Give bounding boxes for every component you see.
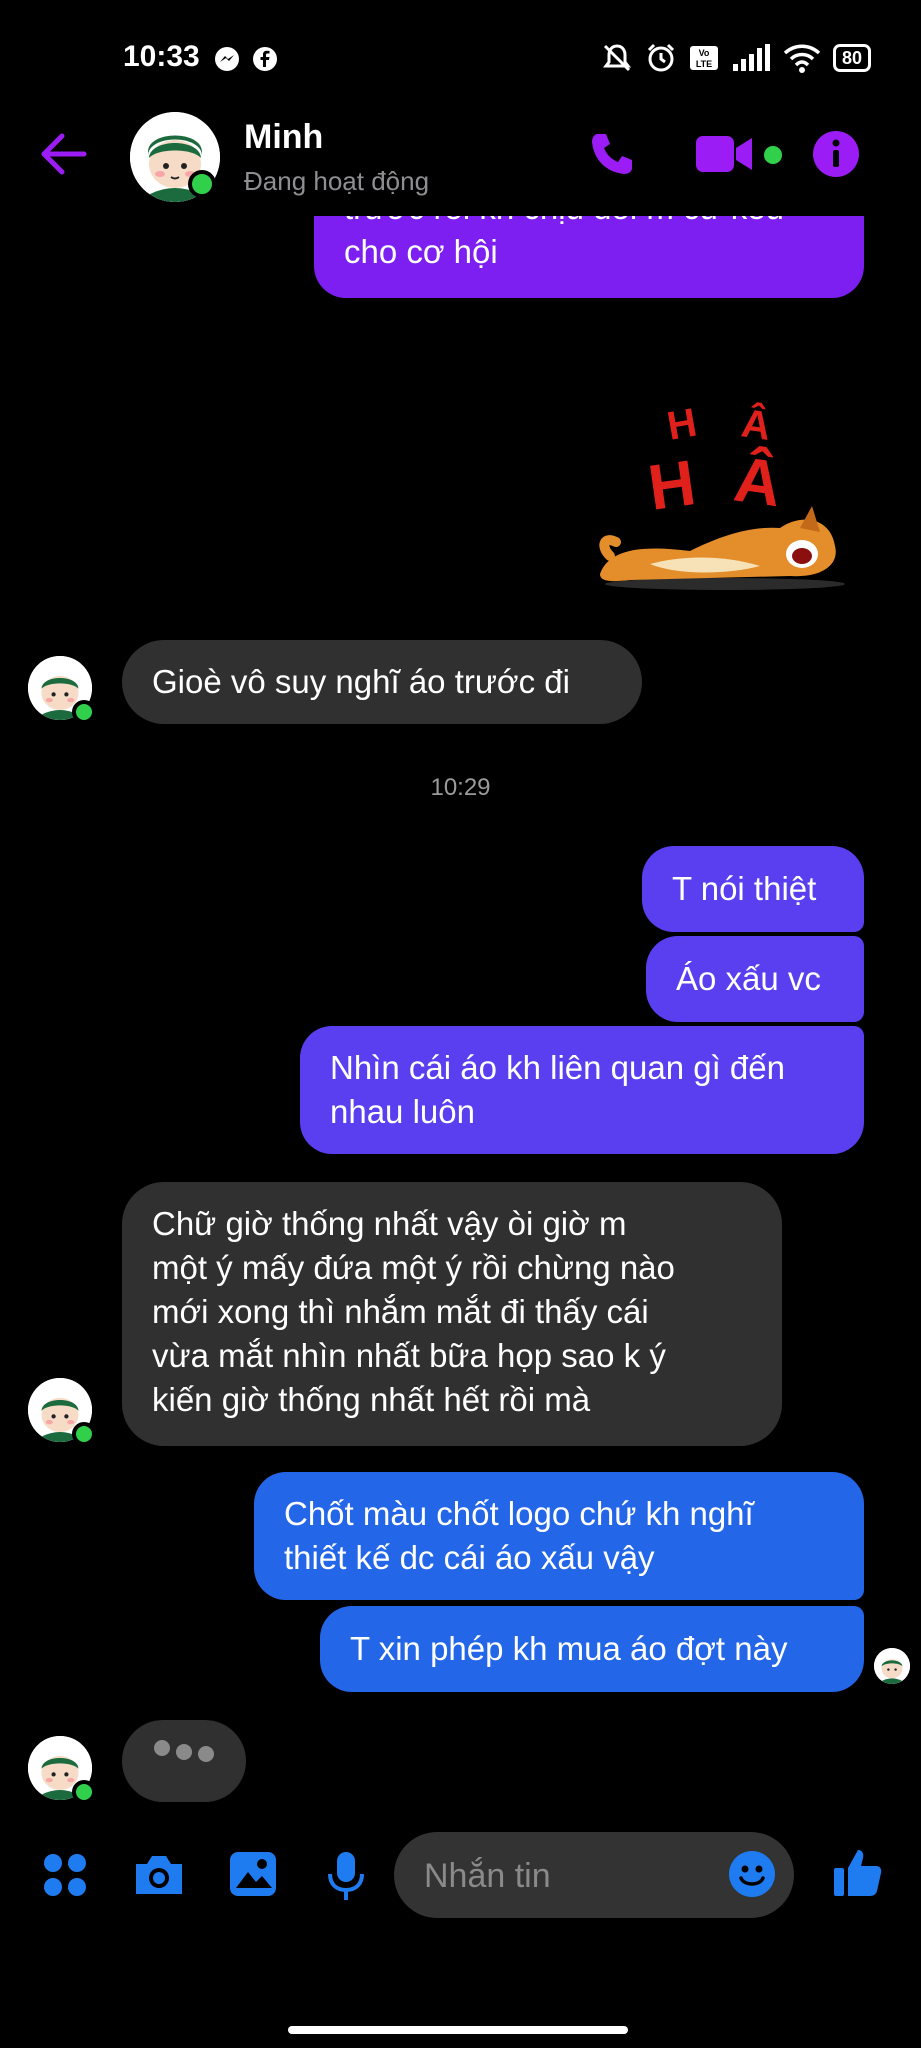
message-bubble-outgoing[interactable]: trước rồi kh chịu đổi m cứ kêu cho cơ hộ… [314, 216, 864, 298]
battery-indicator: 80 [832, 44, 871, 72]
video-active-dot [764, 146, 782, 164]
signal-icon [732, 44, 770, 71]
mute-icon [602, 44, 631, 72]
contact-status: Đang hoạt động [244, 166, 430, 196]
seen-avatar [874, 1648, 910, 1684]
facebook-notification-icon [252, 46, 278, 77]
sticker-laughing-dog[interactable]: H Â H Â [590, 396, 860, 601]
home-indicator[interactable] [288, 2026, 628, 2034]
alarm-icon [647, 43, 675, 72]
message-bubble-outgoing[interactable]: T nói thiệt [642, 846, 864, 932]
back-arrow-icon[interactable] [40, 132, 88, 181]
camera-icon[interactable] [132, 1852, 186, 1903]
svg-text:Â: Â [730, 442, 786, 521]
online-indicator [72, 700, 96, 724]
time-divider: 10:29 [430, 774, 491, 801]
typing-indicator [122, 1720, 246, 1802]
wifi-icon [783, 44, 821, 73]
svg-text:Vo: Vo [699, 48, 710, 58]
mic-icon[interactable] [326, 1850, 366, 1907]
online-indicator [72, 1422, 96, 1446]
video-icon[interactable] [696, 134, 756, 179]
message-bubble-incoming[interactable]: Gioè vô suy nghĩ áo trước đi [122, 640, 642, 724]
info-icon[interactable] [812, 130, 860, 183]
svg-text:LTE: LTE [696, 59, 712, 69]
volte-icon: VoLTE [689, 46, 718, 70]
status-time: 10:33 [123, 40, 200, 73]
gallery-icon[interactable] [228, 1850, 278, 1903]
message-input[interactable] [422, 1832, 716, 1920]
online-indicator [72, 1780, 96, 1804]
message-bubble-outgoing[interactable]: Nhìn cái áo kh liên quan gì đến nhau luô… [300, 1026, 864, 1154]
message-bubble-outgoing[interactable]: Chốt màu chốt logo chứ kh nghĩ thiết kế … [254, 1472, 864, 1600]
emoji-icon[interactable] [728, 1850, 776, 1903]
message-bubble-incoming[interactable]: Chữ giờ thống nhất vậy òi giờ m một ý mấ… [122, 1182, 782, 1446]
phone-icon[interactable] [588, 130, 636, 183]
message-bubble-outgoing[interactable]: T xin phép kh mua áo đợt này [320, 1606, 864, 1692]
svg-text:H: H [644, 446, 700, 524]
like-icon[interactable] [832, 1846, 884, 1903]
apps-icon[interactable] [42, 1852, 88, 1903]
svg-text:H: H [664, 401, 700, 449]
message-composer[interactable] [394, 1832, 794, 1920]
svg-text:Â: Â [739, 399, 774, 449]
status-icons: Vo LTE 80 [601, 42, 871, 74]
online-indicator [188, 170, 216, 198]
messenger-notification-icon [214, 46, 240, 77]
message-bubble-outgoing[interactable]: Áo xấu vc [646, 936, 864, 1022]
contact-name[interactable]: Minh [244, 118, 323, 157]
